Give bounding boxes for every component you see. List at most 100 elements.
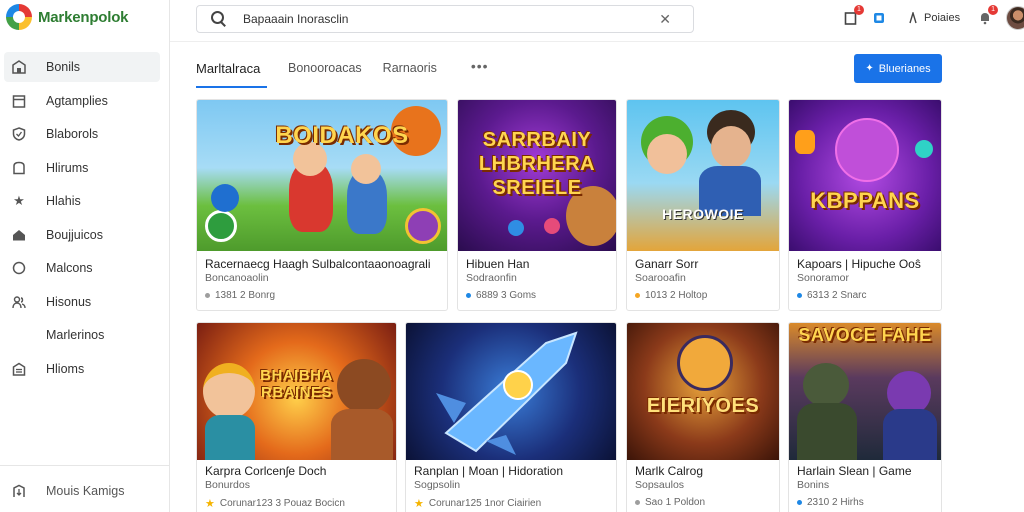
card-thumbnail: BOIDAKOS <box>197 100 447 251</box>
close-icon[interactable]: ✕ <box>659 11 671 28</box>
notification-badge: 1 <box>854 5 864 15</box>
star-icon: ★ <box>13 193 25 208</box>
game-card[interactable]: SARRBAIY LHBRHERA SREIELE Hibuen Han Sod… <box>457 99 617 311</box>
card-meta: 2310 2 Hirhs <box>797 497 864 508</box>
sidebar-item-label: Hlahis <box>46 194 81 208</box>
alert-icon[interactable]: 1 <box>976 5 999 27</box>
sidebar-item-bottom[interactable]: Mouis Kamigs <box>4 476 160 506</box>
sidebar-item-label: Bonils <box>46 60 81 74</box>
user-label[interactable]: Poiaies <box>924 12 960 24</box>
game-card[interactable]: SAVOCE FAHE Harlain Slean | Game Bonins … <box>788 322 942 512</box>
header-actions: 1 1 Poiaies 1 <box>842 5 1024 30</box>
card-title: Marlk Calrog <box>635 464 704 478</box>
card-meta-text: Corunar125 1nor Ciairien <box>428 498 542 509</box>
gem-shape <box>915 140 933 158</box>
card-meta-text: 6889 3 Goms <box>476 290 537 301</box>
card-title: Ranplan | Moan | Hidoration <box>414 464 563 478</box>
sidebar-item-4[interactable]: ★ Hlahis <box>4 186 160 216</box>
game-card[interactable]: BOIDAKOS Racernaecg Haagh Sulbalcontaaon… <box>196 99 448 311</box>
card-meta-text: Sao 1 Poldon <box>645 497 706 508</box>
tab-bar: Marltalraca Bonooroacas Rarnaoris ••• <box>196 52 489 88</box>
thumbnail-title: KBPPANS <box>810 188 920 213</box>
game-card[interactable]: Ranplan | Moan | Hidoration Sogpsolin ★ … <box>405 322 617 512</box>
game-card[interactable]: EIERIYOES Marlk Calrog Sopsaulos Sao 1 P… <box>626 322 780 512</box>
card-subtitle: Bonurdos <box>205 479 250 491</box>
sidebar-item-7[interactable]: Hisonus <box>4 287 160 317</box>
card-meta-text: 6313 2 Snarc <box>807 290 867 301</box>
sidebar-item-label: Boujjuicos <box>46 227 103 242</box>
sidebar-item-6[interactable]: Malcons <box>4 253 160 283</box>
gem-shape <box>508 220 524 236</box>
card-meta: Sao 1 Poldon <box>635 497 705 508</box>
soldier-shape <box>883 409 937 460</box>
game-card[interactable]: BHAIBHA RBAINES Karpra Corlcenʃe Doch Bo… <box>196 322 397 512</box>
card-title: Kapoars | Hipuche Ooŝ <box>797 257 921 271</box>
card-thumbnail: EIERIYOES <box>627 323 779 460</box>
message-icon[interactable]: 1 <box>870 9 888 27</box>
tab-0[interactable]: Marltalraca <box>196 52 267 88</box>
search-icon[interactable] <box>211 11 227 27</box>
card-title: Racernaecg Haagh Sulbalcontaaonoagrali <box>205 257 431 271</box>
card-subtitle: Boncanoaolin <box>205 272 269 284</box>
card-title: Hibuen Han <box>466 257 530 271</box>
card-meta-text: 1381 2 Bonrg <box>215 290 276 301</box>
status-dot <box>797 500 802 505</box>
sidebar-item-3[interactable]: Hlirums <box>4 153 160 183</box>
notification-icon[interactable]: 1 <box>842 5 864 27</box>
sidebar-item-9[interactable]: Hlioms <box>4 354 160 384</box>
app-logo[interactable]: Markenpolok <box>6 4 129 30</box>
sidebar-item-5[interactable]: Boujjuicos <box>4 220 160 250</box>
character-shape <box>677 335 733 391</box>
card-meta-text: Corunar123 3 Pouaz Bocicn <box>219 498 345 509</box>
search-input[interactable] <box>243 12 623 26</box>
card-thumbnail: BHAIBHA RBAINES <box>197 323 396 460</box>
character-shape <box>711 126 751 168</box>
avatar[interactable] <box>1006 6 1024 30</box>
calendar-icon <box>12 94 26 108</box>
top-bar: ✕ 1 1 Poiaies 1 <box>170 0 1024 42</box>
primary-action-button[interactable]: ✦ Bluerianes <box>854 54 942 83</box>
monster-shape <box>835 118 899 182</box>
card-title: Karpra Corlcenʃe Doch <box>205 464 327 478</box>
card-subtitle: Sogpsolin <box>414 479 461 491</box>
sidebar-item-1[interactable]: Agtamplies <box>4 86 160 116</box>
spaceship-icon <box>436 331 578 455</box>
home-icon <box>12 228 26 242</box>
status-dot <box>635 293 640 298</box>
card-subtitle: Soarooafin <box>635 272 686 284</box>
circle-icon <box>12 261 26 275</box>
sparkle-icon: ✦ <box>865 63 874 74</box>
chat-icon <box>12 161 26 175</box>
tab-1[interactable]: Bonooroacas <box>288 52 362 88</box>
status-dot <box>466 293 471 298</box>
sidebar-nav: Bonils Agtamplies Blaborols Hlirums ★ Hl… <box>4 52 160 387</box>
game-card[interactable]: KBPPANS Kapoars | Hipuche Ooŝ Sonoramor … <box>788 99 942 311</box>
primary-action-label: Bluerianes <box>878 62 931 75</box>
sidebar-item-8[interactable]: Marlerinos <box>4 320 160 350</box>
soldier-shape <box>797 403 857 460</box>
star-icon: ★ <box>414 498 424 510</box>
alert-badge: 1 <box>988 5 999 15</box>
card-meta: ★ Corunar123 3 Pouaz Bocicn <box>205 497 345 510</box>
tab-2[interactable]: Rarnaoris <box>383 52 437 88</box>
profile-shortcut-icon[interactable] <box>904 9 922 27</box>
character-shape <box>647 134 687 174</box>
coin-shape <box>205 210 237 242</box>
more-tabs-icon[interactable]: ••• <box>471 52 489 88</box>
sidebar-item-label: Malcons <box>46 261 93 275</box>
sidebar-item-label: Hisonus <box>46 294 92 309</box>
blank-icon <box>12 328 26 342</box>
building-icon <box>12 362 26 376</box>
card-meta: 6889 3 Goms <box>466 290 536 301</box>
character-shape <box>351 154 381 184</box>
sidebar-bottom: Mouis Kamigs <box>4 476 160 510</box>
coin-shape <box>405 208 441 244</box>
game-card[interactable]: HEROWOIE Ganarr Sorr Soarooafin 1013 2 H… <box>626 99 780 311</box>
sidebar-item-0[interactable]: Bonils <box>4 52 160 82</box>
sidebar-item-2[interactable]: Blaborols <box>4 119 160 149</box>
sidebar-item-label: Hlirums <box>46 160 89 175</box>
card-title: Harlain Slean | Game <box>797 464 912 478</box>
card-subtitle: Sodraonfin <box>466 272 517 284</box>
logo-text: Markenpolok <box>38 8 129 26</box>
card-meta: 6313 2 Snarc <box>797 290 867 301</box>
